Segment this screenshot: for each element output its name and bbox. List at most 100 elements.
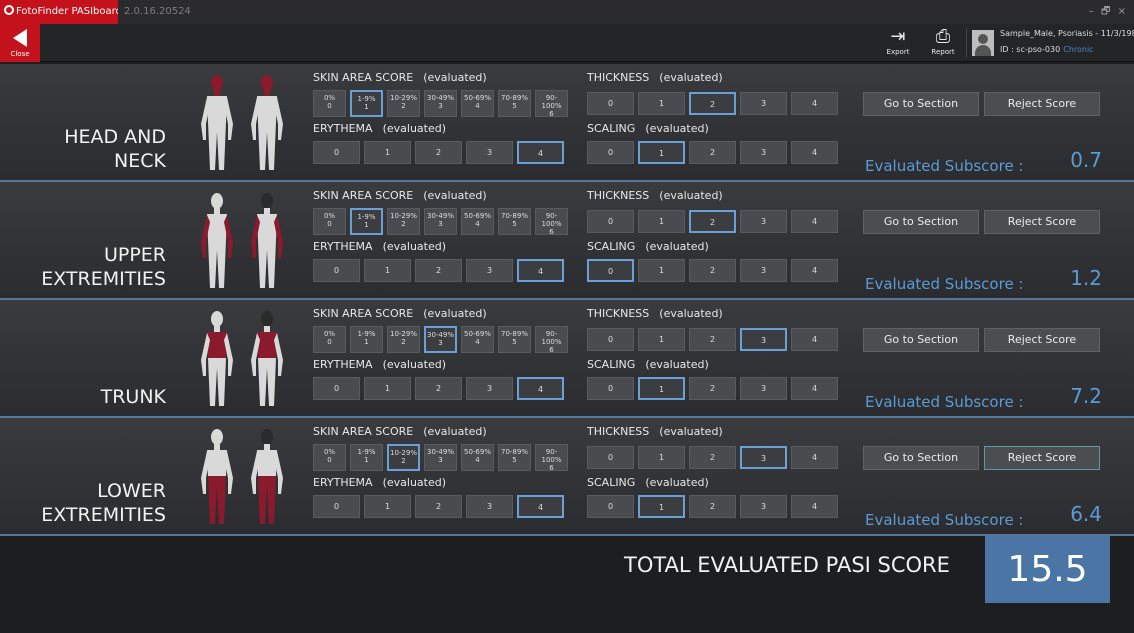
skin-area-option-2[interactable]: 10-29% 2: [387, 208, 420, 235]
skin-area-option-6[interactable]: 90-100% 6: [535, 444, 568, 472]
erythema-option-4[interactable]: 4: [517, 141, 564, 164]
scaling-option-3[interactable]: 3: [740, 141, 787, 164]
reject-score-button[interactable]: Reject Score: [984, 446, 1100, 470]
erythema-option-1[interactable]: 1: [364, 141, 411, 164]
thickness-option-3[interactable]: 3: [740, 210, 787, 233]
scaling-option-3[interactable]: 3: [740, 495, 787, 518]
thickness-option-4[interactable]: 4: [791, 328, 838, 351]
skin-area-option-3[interactable]: 30-49% 3: [424, 326, 457, 353]
skin-area-option-1[interactable]: 1-9% 1: [350, 208, 383, 235]
skin-area-option-0[interactable]: 0% 0: [313, 326, 346, 353]
report-button[interactable]: ⎙ Report: [926, 26, 960, 60]
scaling-option-2[interactable]: 2: [689, 141, 736, 164]
skin-area-option-5[interactable]: 70-89% 5: [498, 208, 531, 235]
scaling-option-0[interactable]: 0: [587, 141, 634, 164]
skin-area-option-5[interactable]: 70-89% 5: [498, 90, 531, 117]
scaling-option-0[interactable]: 0: [587, 377, 634, 400]
skin-area-option-0[interactable]: 0% 0: [313, 444, 346, 471]
scaling-option-0[interactable]: 0: [587, 259, 634, 282]
thickness-option-3[interactable]: 3: [740, 328, 787, 351]
erythema-option-3[interactable]: 3: [466, 495, 513, 518]
skin-area-option-2[interactable]: 10-29% 2: [387, 444, 420, 471]
scaling-option-0[interactable]: 0: [587, 495, 634, 518]
skin-area-option-1[interactable]: 1-9% 1: [350, 90, 383, 117]
erythema-option-4[interactable]: 4: [517, 377, 564, 400]
scaling-option-1[interactable]: 1: [638, 259, 685, 282]
skin-area-option-3[interactable]: 30-49% 3: [424, 208, 457, 235]
reject-score-button[interactable]: Reject Score: [984, 328, 1100, 352]
close-button[interactable]: Close: [0, 24, 40, 62]
erythema-option-0[interactable]: 0: [313, 141, 360, 164]
erythema-option-1[interactable]: 1: [364, 377, 411, 400]
skin-area-option-4[interactable]: 50-69% 4: [461, 90, 494, 117]
thickness-option-2[interactable]: 2: [689, 210, 736, 233]
thickness-option-1[interactable]: 1: [638, 328, 685, 351]
scaling-option-4[interactable]: 4: [791, 259, 838, 282]
thickness-option-1[interactable]: 1: [638, 92, 685, 115]
go-to-section-button[interactable]: Go to Section: [863, 210, 979, 234]
erythema-option-2[interactable]: 2: [415, 495, 462, 518]
skin-area-option-5[interactable]: 70-89% 5: [498, 326, 531, 353]
skin-area-option-6[interactable]: 90-100% 6: [535, 208, 568, 236]
erythema-option-4[interactable]: 4: [517, 259, 564, 282]
erythema-option-2[interactable]: 2: [415, 141, 462, 164]
skin-area-option-3[interactable]: 30-49% 3: [424, 90, 457, 117]
scaling-option-4[interactable]: 4: [791, 377, 838, 400]
scaling-option-4[interactable]: 4: [791, 495, 838, 518]
skin-area-option-1[interactable]: 1-9% 1: [350, 444, 383, 471]
skin-area-option-0[interactable]: 0% 0: [313, 208, 346, 235]
thickness-option-1[interactable]: 1: [638, 446, 685, 469]
skin-area-option-2[interactable]: 10-29% 2: [387, 326, 420, 353]
thickness-option-3[interactable]: 3: [740, 92, 787, 115]
thickness-option-4[interactable]: 4: [791, 446, 838, 469]
skin-area-option-4[interactable]: 50-69% 4: [461, 208, 494, 235]
erythema-option-2[interactable]: 2: [415, 259, 462, 282]
erythema-option-0[interactable]: 0: [313, 377, 360, 400]
thickness-option-2[interactable]: 2: [689, 92, 736, 115]
erythema-option-2[interactable]: 2: [415, 377, 462, 400]
erythema-option-3[interactable]: 3: [466, 259, 513, 282]
scaling-option-2[interactable]: 2: [689, 377, 736, 400]
thickness-option-4[interactable]: 4: [791, 210, 838, 233]
scaling-option-3[interactable]: 3: [740, 259, 787, 282]
go-to-section-button[interactable]: Go to Section: [863, 92, 979, 116]
thickness-option-3[interactable]: 3: [740, 446, 787, 469]
scaling-option-2[interactable]: 2: [689, 495, 736, 518]
skin-area-option-1[interactable]: 1-9% 1: [350, 326, 383, 353]
skin-area-option-6[interactable]: 90-100% 6: [535, 90, 568, 118]
thickness-option-2[interactable]: 2: [689, 328, 736, 351]
skin-area-option-0[interactable]: 0% 0: [313, 90, 346, 117]
go-to-section-button[interactable]: Go to Section: [863, 328, 979, 352]
skin-area-option-4[interactable]: 50-69% 4: [461, 326, 494, 353]
skin-area-option-4[interactable]: 50-69% 4: [461, 444, 494, 471]
scaling-option-1[interactable]: 1: [638, 141, 685, 164]
skin-area-option-5[interactable]: 70-89% 5: [498, 444, 531, 471]
erythema-option-3[interactable]: 3: [466, 377, 513, 400]
thickness-option-0[interactable]: 0: [587, 446, 634, 469]
reject-score-button[interactable]: Reject Score: [984, 92, 1100, 116]
thickness-option-4[interactable]: 4: [791, 92, 838, 115]
erythema-option-3[interactable]: 3: [466, 141, 513, 164]
reject-score-button[interactable]: Reject Score: [984, 210, 1100, 234]
erythema-option-1[interactable]: 1: [364, 259, 411, 282]
erythema-option-4[interactable]: 4: [517, 495, 564, 518]
erythema-option-1[interactable]: 1: [364, 495, 411, 518]
scaling-option-1[interactable]: 1: [638, 377, 685, 400]
thickness-option-0[interactable]: 0: [587, 92, 634, 115]
erythema-option-0[interactable]: 0: [313, 259, 360, 282]
scaling-option-3[interactable]: 3: [740, 377, 787, 400]
thickness-option-0[interactable]: 0: [587, 328, 634, 351]
scaling-option-4[interactable]: 4: [791, 141, 838, 164]
thickness-option-2[interactable]: 2: [689, 446, 736, 469]
window-controls[interactable]: – 🗗 ×: [1089, 0, 1128, 24]
skin-area-option-3[interactable]: 30-49% 3: [424, 444, 457, 471]
scaling-option-2[interactable]: 2: [689, 259, 736, 282]
thickness-option-0[interactable]: 0: [587, 210, 634, 233]
scaling-option-1[interactable]: 1: [638, 495, 685, 518]
export-button[interactable]: ⇥ Export: [881, 26, 915, 60]
skin-area-option-6[interactable]: 90-100% 6: [535, 326, 568, 354]
go-to-section-button[interactable]: Go to Section: [863, 446, 979, 470]
skin-area-option-2[interactable]: 10-29% 2: [387, 90, 420, 117]
erythema-option-0[interactable]: 0: [313, 495, 360, 518]
thickness-option-1[interactable]: 1: [638, 210, 685, 233]
